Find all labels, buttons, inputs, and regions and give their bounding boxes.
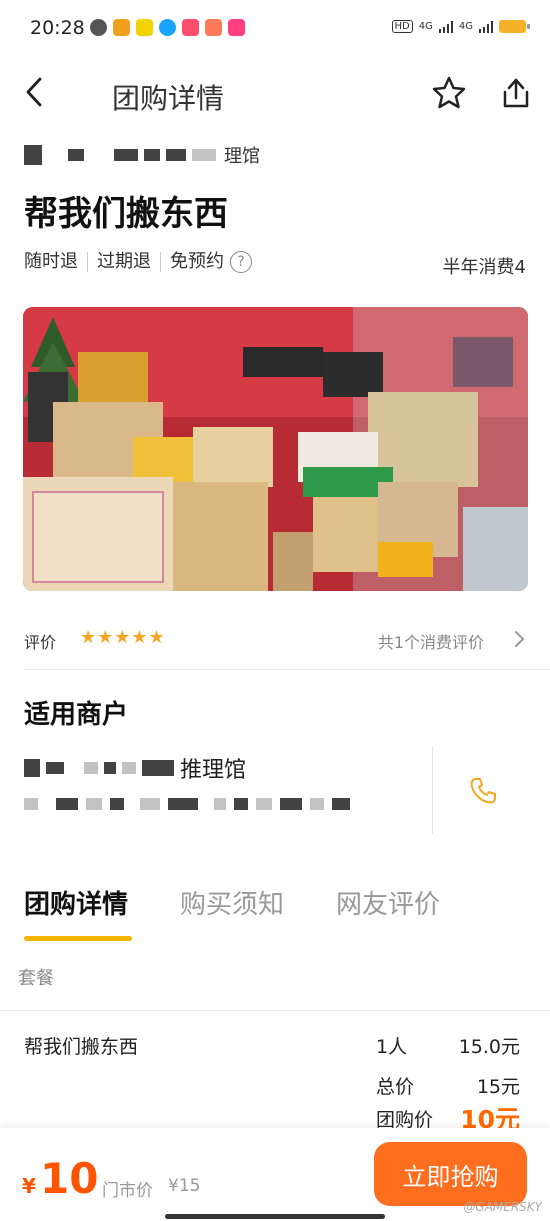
deal-price: 10 bbox=[40, 1154, 99, 1203]
package-item-name: 帮我们搬东西 bbox=[24, 1036, 139, 1058]
policy-no-reservation: 免预约 bbox=[170, 251, 224, 272]
back-arrow-icon[interactable] bbox=[20, 75, 54, 109]
redacted-text bbox=[68, 149, 84, 161]
bottom-purchase-bar: ¥ 10 门市价 ¥15 立即抢购 @GAMERSKY bbox=[0, 1128, 550, 1221]
merchant-name-row: 推理馆 bbox=[24, 752, 246, 784]
network-label: 4G bbox=[418, 20, 433, 32]
package-item-price: 15.0元 bbox=[458, 1036, 520, 1058]
watermark: @GAMERSKY bbox=[463, 1200, 542, 1214]
redacted-text bbox=[256, 798, 272, 810]
qq-notification-icon bbox=[159, 19, 176, 36]
market-price-label: 门市价 bbox=[102, 1181, 153, 1201]
status-bar: 20:28 HD 4G 4G bbox=[0, 0, 550, 58]
redacted-text bbox=[24, 798, 38, 810]
redacted-text bbox=[104, 762, 116, 774]
network-label: 4G bbox=[458, 20, 473, 32]
package-item-quantity: 1人 bbox=[376, 1036, 408, 1058]
phone-icon[interactable] bbox=[468, 776, 498, 806]
photo-illustration bbox=[23, 307, 528, 591]
redacted-text bbox=[168, 798, 198, 810]
redacted-text bbox=[24, 145, 42, 165]
policy-anytime-refund: 随时退 bbox=[24, 252, 88, 272]
divider bbox=[432, 746, 433, 834]
rating-row[interactable]: 评价 ★★★★★ 共1个消费评价 bbox=[24, 626, 530, 654]
tab-group-details[interactable]: 团购详情 bbox=[24, 884, 128, 921]
tab-user-reviews[interactable]: 网友评价 bbox=[336, 884, 440, 921]
redacted-text bbox=[280, 798, 302, 810]
share-icon[interactable] bbox=[497, 74, 535, 112]
signal-icon bbox=[479, 20, 493, 33]
redacted-text bbox=[332, 798, 350, 810]
merchant-section-title: 适用商户 bbox=[24, 700, 129, 730]
divider bbox=[0, 1010, 550, 1011]
page-title: 团购详情 bbox=[112, 82, 225, 115]
redacted-text bbox=[214, 798, 226, 810]
detail-tabs: 团购详情 购买须知 网友评价 bbox=[24, 880, 530, 944]
app-notification-icon bbox=[182, 19, 199, 36]
merchant-card[interactable]: 推理馆 bbox=[24, 746, 530, 834]
chevron-right-icon bbox=[515, 631, 524, 647]
redacted-text bbox=[140, 798, 160, 810]
home-indicator[interactable] bbox=[165, 1214, 385, 1219]
package-section-label: 套餐 bbox=[18, 968, 54, 989]
app-notification-icon bbox=[136, 19, 153, 36]
redacted-text bbox=[234, 798, 248, 810]
redacted-text bbox=[166, 149, 186, 161]
market-price: ¥15 bbox=[168, 1176, 201, 1196]
merchant-name-suffix: 推理馆 bbox=[180, 758, 247, 783]
total-price-value: 15元 bbox=[476, 1076, 520, 1098]
review-count: 共1个消费评价 bbox=[377, 633, 484, 652]
status-time: 20:28 bbox=[30, 17, 85, 39]
redacted-text bbox=[86, 798, 102, 810]
rating-stars: ★★★★★ bbox=[80, 627, 166, 648]
app-notification-icon bbox=[205, 19, 222, 36]
deal-photo[interactable] bbox=[23, 307, 528, 591]
status-indicators: HD 4G 4G bbox=[391, 20, 530, 33]
policy-expired-refund: 过期退 bbox=[88, 252, 161, 272]
redacted-text bbox=[46, 762, 64, 774]
battery-icon bbox=[499, 20, 530, 33]
redacted-text bbox=[114, 149, 138, 161]
redacted-text bbox=[122, 762, 136, 774]
policy-tags: 随时退 过期退 免预约 ? bbox=[24, 251, 252, 273]
nav-bar: 团购详情 bbox=[0, 58, 550, 128]
divider bbox=[24, 669, 550, 670]
hd-badge: HD bbox=[391, 20, 413, 33]
app-notification-icon bbox=[228, 19, 245, 36]
merchant-address-blurred bbox=[24, 798, 350, 810]
tab-purchase-notes[interactable]: 购买须知 bbox=[180, 884, 284, 921]
active-tab-indicator bbox=[24, 936, 132, 941]
merchant-name-blurred[interactable]: 理馆 bbox=[24, 142, 260, 168]
app-notification-icon bbox=[90, 19, 107, 36]
currency-symbol: ¥ bbox=[22, 1174, 36, 1198]
total-price-label: 总价 bbox=[376, 1076, 415, 1098]
sales-count: 半年消费4 bbox=[442, 257, 526, 278]
redacted-text bbox=[56, 798, 78, 810]
redacted-text bbox=[192, 149, 216, 161]
notification-icons bbox=[90, 19, 245, 36]
rating-label: 评价 bbox=[24, 633, 57, 652]
redacted-text bbox=[310, 798, 324, 810]
weibo-notification-icon bbox=[113, 19, 130, 36]
redacted-text bbox=[142, 760, 174, 776]
redacted-text bbox=[84, 762, 98, 774]
redacted-text bbox=[144, 149, 160, 161]
redacted-text bbox=[24, 759, 40, 777]
help-icon[interactable]: ? bbox=[230, 251, 252, 273]
merchant-name-suffix: 理馆 bbox=[224, 146, 260, 167]
buy-now-button[interactable]: 立即抢购 bbox=[374, 1142, 527, 1206]
deal-title: 帮我们搬东西 bbox=[24, 194, 228, 234]
favorite-star-icon[interactable] bbox=[430, 74, 468, 112]
signal-icon bbox=[438, 20, 453, 33]
redacted-text bbox=[110, 798, 124, 810]
